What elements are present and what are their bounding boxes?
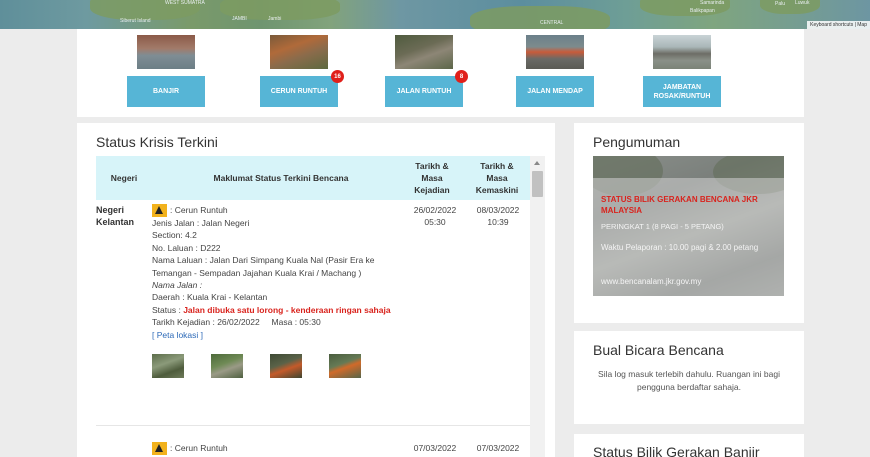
category-thumbnail [395, 35, 453, 69]
row-divider [96, 425, 530, 426]
category-thumbnail [270, 35, 328, 69]
banner-waktu: Waktu Pelaporan : 10.00 pagi & 2.00 peta… [601, 243, 759, 252]
kemaskini-time: 10:39 [487, 217, 509, 228]
banjir-title: Status Bilik Gerakan Banjir [593, 444, 760, 457]
banjir-button[interactable]: BANJIR [127, 76, 205, 107]
category-thumbnail [137, 35, 195, 69]
header-kejadian: Tarikh & Masa Kejadian [414, 161, 450, 195]
jalan-runtuh-button[interactable]: JALAN RUNTUH [385, 76, 463, 107]
map-label: CENTRAL [540, 20, 564, 26]
status-table-header: Negeri Maklumat Status Terkini Bencana T… [96, 156, 530, 200]
row-negeri: Negeri Kelantan [96, 205, 135, 227]
kemaskini-date: 07/03/2022 [476, 443, 520, 453]
peta-lokasi-link[interactable]: [ Peta lokasi ] [152, 329, 397, 341]
map-label: WEST SUMATRA [165, 0, 205, 6]
row-kemaskini: 07/03/2022 [468, 442, 528, 454]
header-kemaskini: Tarikh & Masa Kemaskini [475, 161, 519, 195]
incident-photo[interactable] [329, 354, 361, 379]
row-status-label: Status : [152, 304, 181, 315]
row-kejadian: 07/03/2022 [405, 442, 465, 454]
row-type: : Cerun Runtuh [152, 204, 397, 217]
incident-photo[interactable] [211, 354, 243, 379]
row-jenis-jalan: Jenis Jalan : Jalan Negeri [152, 218, 250, 228]
kejadian-time: 05:30 [424, 217, 446, 228]
map-landmass [760, 0, 820, 14]
header-maklumat: Maklumat Status Terkini Bencana [213, 173, 349, 183]
map-label: Jambi [268, 16, 282, 22]
announcement-banner[interactable]: STATUS BILIK GERAKAN BENCANA JKR MALAYSI… [593, 156, 784, 296]
table-row: Negeri Kelantan : Cerun Runtuh Jenis Jal… [96, 204, 530, 419]
map-label: Siberut Island [120, 18, 151, 24]
row-tarikh: Tarikh Kejadian : 26/02/2022 Masa : 05:3… [152, 317, 321, 328]
map-label: Samarinda [700, 0, 725, 6]
map-attribution[interactable]: Keyboard shortcuts | Map [807, 21, 870, 29]
header-negeri: Negeri [110, 173, 138, 183]
cerun-runtuh-button[interactable]: CERUN RUNTUH [260, 76, 338, 107]
banner-url: www.bencanalam.jkr.gov.my [601, 277, 702, 286]
row-nama-jalan: Nama Jalan : [152, 280, 203, 291]
warning-sign-icon [152, 442, 167, 455]
table-scrollbar[interactable] [530, 156, 545, 457]
row-daerah: Daerah : Kuala Krai - Kelantan [152, 292, 268, 303]
kemaskini-date: 08/03/2022 [476, 205, 520, 215]
bual-message: Sila log masuk terlebih dahulu. Ruangan … [598, 369, 780, 392]
map-label: Balikpapan [690, 8, 715, 14]
map-label: Palu [775, 1, 786, 7]
bual-bicara-panel: Bual Bicara Bencana Sila log masuk terle… [574, 331, 804, 424]
bual-title: Bual Bicara Bencana [593, 342, 724, 358]
map-label: JAMBI [232, 16, 247, 22]
row-kejadian: 26/02/2022 05:30 [405, 204, 465, 229]
row-detail: : Cerun Runtuh [152, 442, 397, 455]
row-section: Section: 4.2 [152, 230, 197, 241]
banjir-status-panel: Status Bilik Gerakan Banjir [574, 434, 804, 457]
category-panel: BANJIR CERUN RUNTUH 16 JALAN RUNTUH 8 JA… [77, 29, 804, 117]
count-badge: 8 [455, 70, 468, 83]
pengumuman-panel: Pengumuman STATUS BILIK GERAKAN BENCANA … [574, 123, 804, 323]
row-type-label: : Cerun Runtuh [170, 443, 228, 454]
row-type-label: : Cerun Runtuh [170, 205, 228, 216]
category-thumbnail [653, 35, 711, 69]
row-kemaskini: 08/03/2022 10:39 [468, 204, 528, 229]
jalan-mendap-button[interactable]: JALAN MENDAP [516, 76, 594, 107]
banner-heading: STATUS BILIK GERAKAN BENCANA JKR MALAYSI… [601, 195, 758, 215]
incident-photo[interactable] [270, 354, 302, 379]
count-badge: 16 [331, 70, 344, 83]
row-type: : Cerun Runtuh [152, 442, 397, 455]
row-status-value: Jalan dibuka satu lorong - kenderaan rin… [183, 304, 391, 315]
row-detail: : Cerun Runtuh Jenis Jalan : Jalan Neger… [152, 204, 397, 379]
scroll-thumb[interactable] [532, 171, 543, 197]
pengumuman-title: Pengumuman [593, 134, 681, 150]
row-no-laluan: No. Laluan : D222 [152, 242, 221, 253]
status-title: Status Krisis Terkini [96, 134, 218, 150]
row-photos [152, 354, 397, 379]
status-panel: Status Krisis Terkini Negeri Maklumat St… [77, 123, 555, 457]
map-view[interactable]: WEST SUMATRA Siberut Island JAMBI Jambi … [0, 0, 870, 29]
scroll-up-icon[interactable] [534, 161, 540, 165]
category-thumbnail [526, 35, 584, 69]
warning-sign-icon [152, 204, 167, 217]
row-nama-laluan: Nama Laluan : Jalan Dari Simpang Kuala N… [152, 255, 375, 278]
incident-photo[interactable] [152, 354, 184, 379]
jambatan-rosak-button[interactable]: JAMBATAN ROSAK/RUNTUH [643, 76, 721, 107]
row-status: Status : Jalan dibuka satu lorong - kend… [152, 304, 397, 316]
map-label: Luwuk [795, 0, 810, 6]
kejadian-date: 07/03/2022 [413, 443, 457, 453]
banner-level: PERINGKAT 1 (8 PAGI - 5 PETANG) [601, 222, 724, 231]
kejadian-date: 26/02/2022 [413, 205, 457, 215]
table-row: : Cerun Runtuh 07/03/2022 07/03/2022 [96, 442, 530, 457]
